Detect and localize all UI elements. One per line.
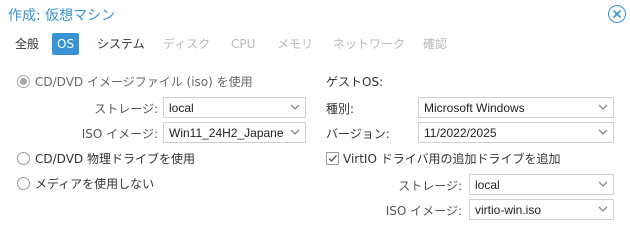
virtio-checkbox[interactable] bbox=[326, 152, 339, 165]
guest-os-heading: ゲストOS: bbox=[326, 75, 384, 89]
window-titlebar: 作成: 仮想マシン bbox=[0, 0, 630, 30]
left-iso-value: Win11_24H2_Japanese bbox=[169, 126, 283, 140]
physical-drive-radio[interactable] bbox=[17, 152, 30, 165]
tab-memory[interactable]: メモリ bbox=[272, 33, 318, 55]
os-version-select[interactable]: 11/2022/2025 bbox=[418, 122, 614, 143]
no-media-radio[interactable] bbox=[17, 177, 30, 190]
left-storage-select[interactable]: local bbox=[163, 97, 306, 118]
close-button[interactable] bbox=[608, 5, 626, 23]
physical-drive-label: CD/DVD 物理ドライブを使用 bbox=[35, 152, 195, 166]
checkmark-icon bbox=[328, 154, 338, 163]
virtio-storage-select[interactable]: local bbox=[469, 174, 614, 195]
no-media-label: メディアを使用しない bbox=[35, 177, 155, 191]
virtio-iso-value: virtio-win.iso bbox=[475, 203, 542, 217]
left-iso-label: ISO イメージ: bbox=[81, 127, 158, 141]
window-title: 作成: 仮想マシン bbox=[8, 8, 116, 24]
close-icon bbox=[613, 10, 621, 18]
left-storage-label: ストレージ: bbox=[94, 102, 158, 116]
tab-cpu[interactable]: CPU bbox=[226, 33, 260, 55]
left-iso-select[interactable]: Win11_24H2_Japanese bbox=[163, 122, 306, 143]
virtio-iso-label: ISO イメージ: bbox=[385, 204, 462, 218]
tab-bar: 全般 OS システム ディスク CPU メモリ ネットワーク 確認 bbox=[0, 33, 630, 57]
left-storage-value: local bbox=[169, 101, 194, 115]
tab-network[interactable]: ネットワーク bbox=[328, 33, 410, 55]
chevron-down-icon bbox=[598, 181, 608, 187]
tab-disk[interactable]: ディスク bbox=[158, 33, 215, 55]
tab-os[interactable]: OS bbox=[52, 33, 80, 55]
virtio-iso-select[interactable]: virtio-win.iso bbox=[469, 199, 614, 220]
chevron-down-icon bbox=[290, 129, 300, 135]
os-type-value: Microsoft Windows bbox=[424, 101, 525, 115]
chevron-down-icon bbox=[290, 104, 300, 110]
use-iso-radio[interactable] bbox=[17, 75, 30, 88]
tab-general[interactable]: 全般 bbox=[10, 33, 44, 55]
virtio-storage-label: ストレージ: bbox=[398, 179, 462, 193]
os-type-select[interactable]: Microsoft Windows bbox=[418, 97, 614, 118]
os-version-label: バージョン: bbox=[326, 127, 390, 141]
use-iso-label: CD/DVD イメージファイル (iso) を使用 bbox=[35, 75, 253, 89]
virtio-storage-value: local bbox=[475, 178, 500, 192]
chevron-down-icon bbox=[598, 206, 608, 212]
virtio-label: VirtIO ドライバ用の追加ドライブを追加 bbox=[343, 152, 561, 166]
chevron-down-icon bbox=[598, 129, 608, 135]
os-type-label: 種別: bbox=[326, 102, 355, 116]
tab-confirm[interactable]: 確認 bbox=[418, 33, 452, 55]
os-version-value: 11/2022/2025 bbox=[424, 126, 497, 140]
tab-system[interactable]: システム bbox=[92, 33, 150, 55]
chevron-down-icon bbox=[598, 104, 608, 110]
